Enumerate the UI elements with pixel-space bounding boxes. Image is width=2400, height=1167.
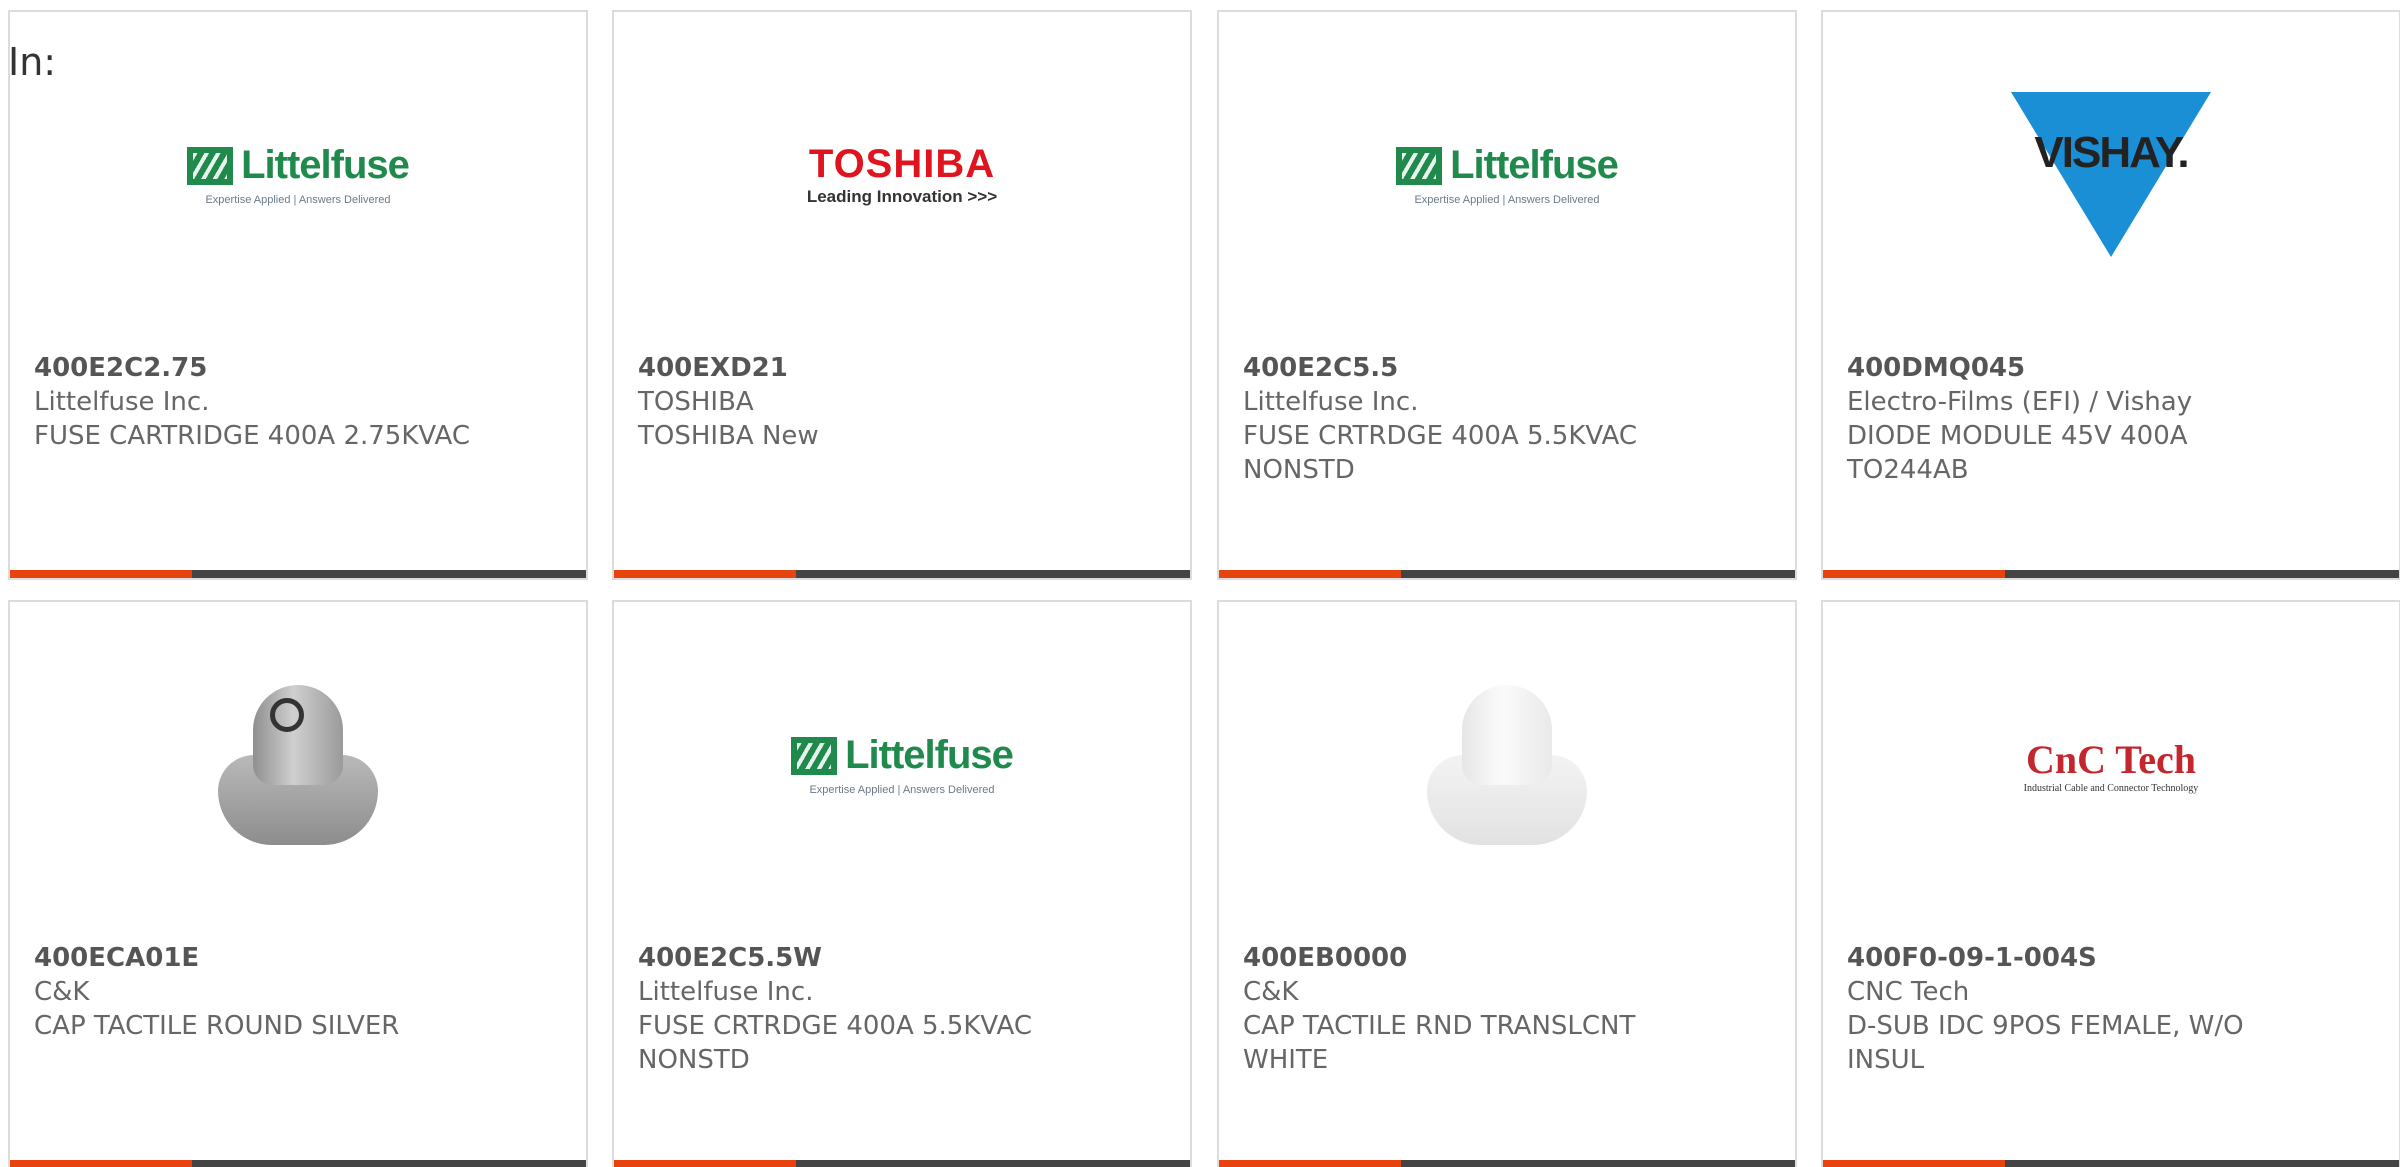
part-number[interactable]: 400EB0000 — [1243, 941, 1775, 975]
product-image[interactable]: TOSHIBA Leading Innovation >>> — [614, 12, 1190, 337]
product-image[interactable] — [10, 602, 586, 927]
product-grid: Littelfuse Expertise Applied | Answers De… — [8, 10, 2400, 1167]
logo-text: Littelfuse — [1450, 143, 1619, 187]
logo-tagline: Expertise Applied | Answers Delivered — [205, 194, 391, 206]
card-accent-bar — [1219, 1160, 1401, 1167]
product-info: 400E2C2.75 Littelfuse Inc. FUSE CARTRIDGE … — [34, 351, 566, 453]
product-info: 400EXD21 TOSHIBA TOSHIBA New — [638, 351, 1170, 453]
littelfuse-mark-icon — [187, 146, 234, 185]
logo-text: Littelfuse — [845, 733, 1014, 777]
manufacturer: C&K — [34, 977, 90, 1007]
product-card[interactable]: Littelfuse Expertise Applied | Answers De… — [1217, 10, 1797, 580]
product-card[interactable]: TOSHIBA Leading Innovation >>> 400EXD21 TOS… — [612, 10, 1192, 580]
card-accent-bar — [614, 570, 796, 578]
product-info: 400E2C5.5 Littelfuse Inc. FUSE CRTRDGE 400… — [1243, 351, 1775, 487]
part-number[interactable]: 400F0-09-1-004S — [1847, 941, 2379, 975]
manufacturer: Littelfuse Inc. — [1243, 387, 1419, 417]
logo-tagline: Expertise Applied | Answers Delivered — [809, 784, 995, 796]
description: TOSHIBA New — [638, 421, 819, 451]
product-info: 400ECA01E C&K CAP TACTILE ROUND SILVER — [34, 941, 566, 1043]
logo-tagline: Industrial Cable and Connector Technolog… — [2023, 782, 2199, 794]
card-bottom-bar — [1823, 570, 2399, 578]
card-bottom-bar — [1219, 570, 1795, 578]
cnc-tech-logo: CnC Tech Industrial Cable and Connector T… — [2024, 736, 2199, 794]
part-number[interactable]: 400E2C5.5W — [638, 941, 1170, 975]
product-image[interactable]: Littelfuse Expertise Applied | Answers De… — [614, 602, 1190, 927]
product-card[interactable]: Littelfuse Expertise Applied | Answers De… — [8, 10, 588, 580]
logo-text: CnC Tech — [2025, 736, 2197, 782]
card-accent-bar — [10, 570, 192, 578]
littelfuse-logo: Littelfuse Expertise Applied | Answers De… — [791, 733, 1014, 796]
product-image[interactable]: Littelfuse Expertise Applied | Answers De… — [1219, 12, 1795, 337]
card-bottom-bar — [10, 1160, 586, 1167]
manufacturer: Electro-Films (EFI) / Vishay — [1847, 387, 2193, 417]
littelfuse-mark-icon — [1396, 146, 1443, 185]
in-label: In: — [8, 40, 57, 84]
description: D-SUB IDC 9POS FEMALE, W/O INSUL — [1847, 1011, 2244, 1075]
manufacturer: Littelfuse Inc. — [638, 977, 814, 1007]
tactile-cap-silver-image — [208, 670, 388, 860]
product-info: 400EB0000 C&K CAP TACTILE RND TRANSLCNT WH… — [1243, 941, 1775, 1077]
product-image[interactable] — [1219, 602, 1795, 927]
product-card[interactable]: 400ECA01E C&K CAP TACTILE ROUND SILVER — [8, 600, 588, 1167]
littelfuse-logo: Littelfuse Expertise Applied | Answers De… — [1396, 143, 1619, 206]
product-card[interactable]: VISHAY. 400DMQ045 Electro-Films (EFI) / Vi… — [1821, 10, 2400, 580]
card-accent-bar — [1823, 1160, 2005, 1167]
part-number[interactable]: 400E2C2.75 — [34, 351, 566, 385]
description: CAP TACTILE ROUND SILVER — [34, 1011, 400, 1041]
power-icon — [270, 697, 304, 732]
logo-text: VISHAY. — [2034, 128, 2189, 177]
product-image[interactable]: VISHAY. — [1823, 12, 2399, 337]
product-info: 400DMQ045 Electro-Films (EFI) / Vishay DIO… — [1847, 351, 2379, 487]
description: DIODE MODULE 45V 400A TO244AB — [1847, 421, 2188, 485]
card-bottom-bar — [1823, 1160, 2399, 1167]
card-bottom-bar — [10, 570, 586, 578]
manufacturer: C&K — [1243, 977, 1299, 1007]
manufacturer: TOSHIBA — [638, 387, 754, 417]
description: FUSE CARTRIDGE 400A 2.75KVAC — [34, 421, 470, 451]
card-bottom-bar — [614, 570, 1190, 578]
product-info: 400E2C5.5W Littelfuse Inc. FUSE CRTRDGE 40… — [638, 941, 1170, 1077]
description: CAP TACTILE RND TRANSLCNT WHITE — [1243, 1011, 1636, 1075]
card-bottom-bar — [1219, 1160, 1795, 1167]
product-info: 400F0-09-1-004S CNC Tech D-SUB IDC 9POS FE… — [1847, 941, 2379, 1077]
tactile-cap-white-image — [1417, 670, 1597, 860]
part-number[interactable]: 400EXD21 — [638, 351, 1170, 385]
logo-text: TOSHIBA — [808, 142, 996, 186]
littelfuse-mark-icon — [791, 736, 838, 775]
description: FUSE CRTRDGE 400A 5.5KVAC NONSTD — [638, 1011, 1032, 1075]
card-accent-bar — [1219, 570, 1401, 578]
part-number[interactable]: 400DMQ045 — [1847, 351, 2379, 385]
card-bottom-bar — [614, 1160, 1190, 1167]
logo-tagline: Expertise Applied | Answers Delivered — [1414, 194, 1600, 206]
logo-text: Littelfuse — [241, 143, 410, 187]
vishay-logo: VISHAY. — [2011, 92, 2211, 257]
part-number[interactable]: 400E2C5.5 — [1243, 351, 1775, 385]
toshiba-logo: TOSHIBA Leading Innovation >>> — [807, 142, 997, 207]
product-card[interactable]: Littelfuse Expertise Applied | Answers De… — [612, 600, 1192, 1167]
card-accent-bar — [614, 1160, 796, 1167]
product-card[interactable]: 400EB0000 C&K CAP TACTILE RND TRANSLCNT WH… — [1217, 600, 1797, 1167]
description: FUSE CRTRDGE 400A 5.5KVAC NONSTD — [1243, 421, 1637, 485]
littelfuse-logo: Littelfuse Expertise Applied | Answers De… — [187, 143, 410, 206]
card-accent-bar — [1823, 570, 2005, 578]
product-image[interactable]: CnC Tech Industrial Cable and Connector T… — [1823, 602, 2399, 927]
logo-tagline: Leading Innovation >>> — [806, 187, 998, 206]
manufacturer: Littelfuse Inc. — [34, 387, 210, 417]
card-accent-bar — [10, 1160, 192, 1167]
part-number[interactable]: 400ECA01E — [34, 941, 566, 975]
product-card[interactable]: CnC Tech Industrial Cable and Connector T… — [1821, 600, 2400, 1167]
manufacturer: CNC Tech — [1847, 977, 1970, 1007]
product-image[interactable]: Littelfuse Expertise Applied | Answers De… — [10, 12, 586, 337]
product-grid-page: In: Littelfuse Expertise Applied | Answer… — [0, 0, 2400, 1167]
